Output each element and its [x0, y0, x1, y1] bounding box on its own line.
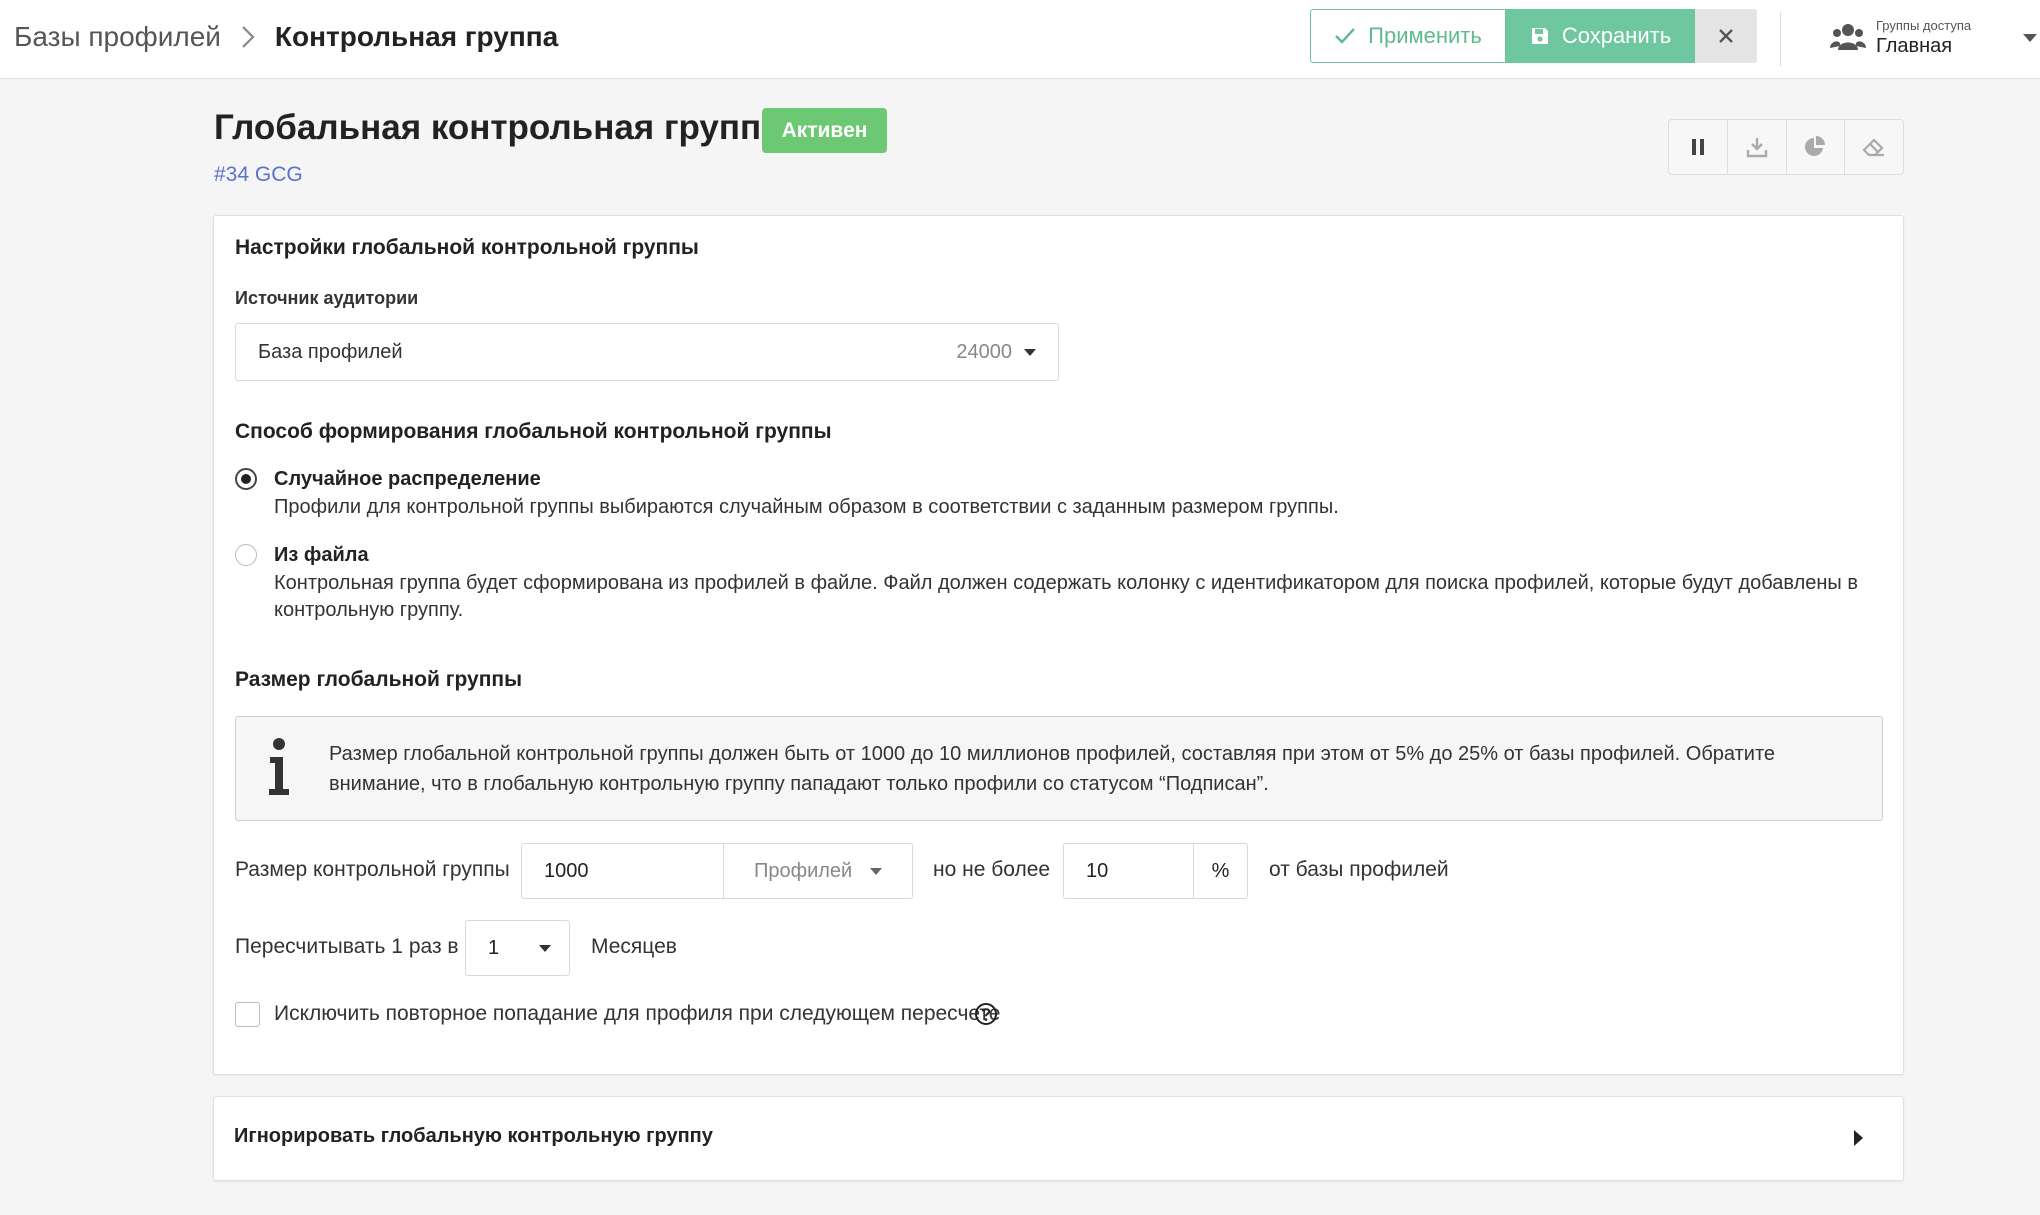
breadcrumb-root-link[interactable]: Базы профилей: [14, 21, 221, 53]
caret-down-icon: [870, 867, 883, 875]
info-text: Размер глобальной контрольной группы дол…: [329, 743, 1775, 795]
recalc-value: 1: [488, 936, 500, 959]
exclude-label: Исключить повторное попадание для профил…: [274, 1002, 1001, 1025]
check-icon: [1335, 28, 1356, 44]
size-section-title: Размер глобальной группы: [235, 668, 523, 691]
floppy-disk-icon: [1531, 28, 1548, 44]
page-id: #34 GCG: [214, 163, 303, 186]
pie-chart-icon: [1805, 136, 1826, 156]
source-count: 24000: [956, 340, 1012, 363]
access-group-value: Главная: [1876, 35, 1953, 57]
settings-card: Настройки глобальной контрольной группы …: [213, 215, 1904, 1075]
breadcrumb-current: Контрольная группа: [274, 21, 559, 52]
save-button-label: Сохранить: [1561, 23, 1672, 48]
save-button[interactable]: Сохранить: [1506, 9, 1695, 63]
source-select[interactable]: База профилей 24000: [235, 323, 1059, 381]
ignore-section-title: Игнорировать глобальную контрольную груп…: [234, 1125, 713, 1147]
help-icon[interactable]: [974, 1002, 998, 1026]
ignore-section[interactable]: Игнорировать глобальную контрольную груп…: [213, 1096, 1904, 1181]
breadcrumb: Базы профилей Контрольная группа: [14, 18, 558, 56]
percent-sign: %: [1211, 859, 1230, 882]
clear-button[interactable]: [1845, 120, 1903, 174]
apply-button[interactable]: Применить: [1310, 9, 1506, 63]
option-random-description: Профили для контрольной группы выбираютс…: [274, 496, 1339, 518]
pause-button[interactable]: [1669, 120, 1728, 174]
option-random-title: Случайное распределение: [274, 468, 541, 490]
max-label: но не более: [933, 858, 1051, 881]
apply-button-label: Применить: [1368, 23, 1482, 48]
max-percent-input[interactable]: 10: [1063, 843, 1194, 899]
close-button[interactable]: [1695, 9, 1757, 63]
users-icon: [1830, 24, 1866, 50]
exclude-checkbox[interactable]: [235, 1002, 260, 1027]
percent-addon: %: [1193, 843, 1248, 899]
action-button-group: Применить Сохранить: [1310, 9, 1757, 63]
recalc-label: Пересчитывать 1 раз в: [235, 935, 459, 958]
access-group-label: Группы доступа: [1876, 18, 1972, 33]
caret-down-icon: [2023, 34, 2038, 42]
source-select-value: База профилей: [258, 340, 403, 363]
size-input[interactable]: 1000: [521, 843, 724, 899]
method-section-title: Способ формирования глобальной контрольн…: [235, 420, 832, 443]
size-unit-value: Профилей: [754, 859, 853, 882]
page-title: Глобальная контрольная группа: [214, 108, 781, 147]
tool-button-group: [1668, 119, 1904, 175]
radio-random[interactable]: [235, 468, 257, 490]
info-box: Размер глобальной контрольной группы дол…: [235, 716, 1883, 821]
size-unit-select[interactable]: Профилей: [723, 843, 913, 899]
eraser-icon: [1862, 138, 1885, 157]
option-file-description: Контрольная группа будет сформирована из…: [274, 572, 1858, 621]
status-badge: Активен: [762, 108, 887, 153]
download-icon: [1746, 138, 1767, 158]
source-label: Источник аудитории: [235, 288, 419, 308]
settings-section-title: Настройки глобальной контрольной группы: [235, 236, 699, 259]
recalc-unit: Месяцев: [591, 935, 677, 958]
chevron-right-icon: [241, 25, 255, 49]
top-bar: Базы профилей Контрольная группа Примени…: [0, 0, 2040, 79]
caret-down-icon: [1024, 348, 1036, 356]
top-divider: [1780, 12, 1781, 66]
access-group-selector[interactable]: Группы доступа Главная: [1830, 8, 2038, 68]
size-suffix: от базы профилей: [1269, 858, 1449, 881]
pause-icon: [1691, 139, 1704, 155]
size-label: Размер контрольной группы: [235, 858, 510, 881]
close-icon: [1719, 29, 1733, 43]
download-button[interactable]: [1728, 120, 1787, 174]
statistics-button[interactable]: [1787, 120, 1846, 174]
caret-right-icon: [1854, 1130, 1863, 1146]
max-percent-value: 10: [1086, 859, 1109, 882]
size-input-value: 1000: [544, 859, 589, 882]
info-icon: [269, 738, 289, 795]
radio-from-file[interactable]: [235, 544, 257, 566]
caret-down-icon: [539, 944, 552, 952]
recalc-select[interactable]: 1: [465, 920, 570, 976]
option-file-title: Из файла: [274, 544, 369, 566]
